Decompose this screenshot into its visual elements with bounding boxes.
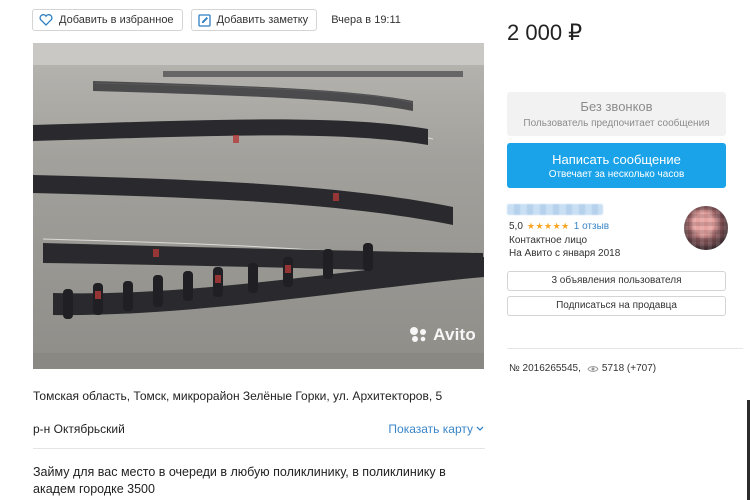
show-map-link[interactable]: Показать карту bbox=[388, 422, 484, 436]
contact-person-label: Контактное лицо bbox=[509, 235, 588, 246]
watermark-text: Avito bbox=[433, 325, 476, 344]
rating-stars-icon: ★★★★★ bbox=[526, 221, 570, 231]
sidebar-divider bbox=[507, 348, 743, 349]
rating-value: 5,0 bbox=[509, 221, 523, 232]
no-calls-box: Без звонков Пользователь предпочитает со… bbox=[507, 92, 726, 136]
listing-main: Добавить в избранное Добавить заметку Вч… bbox=[0, 0, 500, 500]
ad-number: № 2016265545, bbox=[509, 363, 581, 374]
add-note-button[interactable]: Добавить заметку bbox=[190, 9, 318, 31]
write-message-label: Написать сообщение bbox=[552, 152, 681, 167]
listing-district: р-н Октябрьский bbox=[33, 422, 125, 436]
seller-avatar[interactable] bbox=[684, 206, 728, 250]
show-map-label: Показать карту bbox=[388, 422, 473, 436]
note-icon bbox=[197, 13, 211, 27]
response-time-label: Отвечает за несколько часов bbox=[548, 169, 685, 180]
listing-sidebar: 2 000 ₽ Без звонков Пользователь предпоч… bbox=[500, 0, 750, 500]
listing-toolbar: Добавить в избранное Добавить заметку Вч… bbox=[32, 9, 401, 31]
user-ads-button[interactable]: 3 объявления пользователя bbox=[507, 271, 726, 291]
heart-icon bbox=[39, 14, 53, 26]
queue-photo-image bbox=[33, 43, 484, 369]
no-calls-title: Без звонков bbox=[580, 99, 653, 114]
listing-price: 2 000 ₽ bbox=[507, 20, 583, 45]
listing-description: Займу для вас место в очереди в любую по… bbox=[33, 465, 446, 496]
listing-address: Томская область, Томск, микрорайон Зелён… bbox=[33, 389, 443, 403]
subscribe-seller-button[interactable]: Подписаться на продавца bbox=[507, 296, 726, 316]
seller-name-blurred[interactable] bbox=[507, 204, 603, 215]
add-note-label: Добавить заметку bbox=[216, 14, 309, 26]
write-message-button[interactable]: Написать сообщение Отвечает за несколько… bbox=[507, 143, 726, 188]
member-since-label: На Авито с января 2018 bbox=[509, 248, 621, 259]
views-value: 5718 (+707) bbox=[601, 363, 657, 374]
section-divider bbox=[33, 448, 485, 449]
listing-meta: № 2016265545, 5718 (+707) bbox=[509, 363, 656, 374]
reviews-link[interactable]: 1 отзыв bbox=[574, 221, 609, 232]
views-count: 5718 (+707) bbox=[587, 363, 656, 374]
add-favorite-button[interactable]: Добавить в избранное bbox=[32, 9, 183, 31]
listing-photo[interactable]: Avito bbox=[33, 43, 484, 369]
eye-icon bbox=[587, 365, 599, 372]
no-calls-subtitle: Пользователь предпочитает сообщения bbox=[523, 118, 710, 129]
posted-time: Вчера в 19:11 bbox=[331, 14, 401, 26]
avito-logo-icon bbox=[410, 327, 427, 342]
add-favorite-label: Добавить в избранное bbox=[59, 14, 174, 26]
avito-watermark: Avito bbox=[409, 325, 476, 345]
seller-rating: 5,0 ★★★★★ 1 отзыв bbox=[509, 221, 609, 232]
chevron-down-icon bbox=[476, 426, 484, 431]
